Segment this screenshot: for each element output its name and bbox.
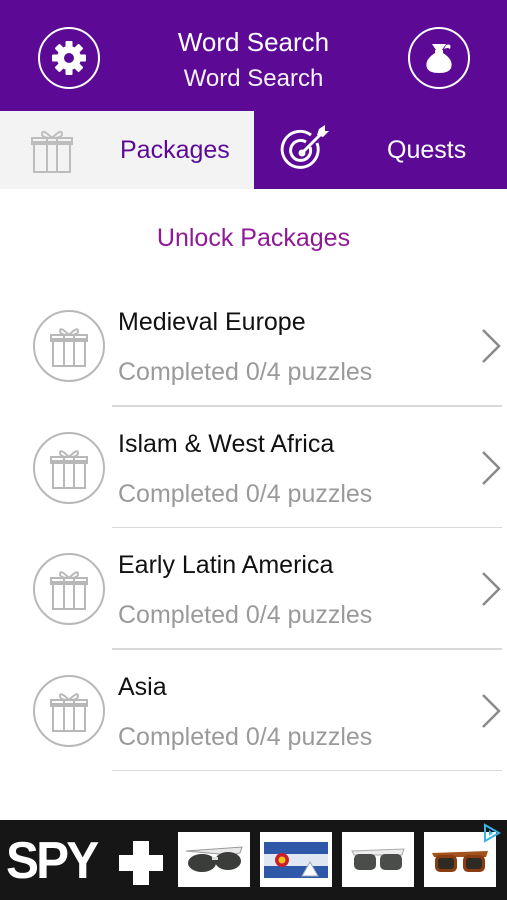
- sunglasses-icon: [185, 845, 243, 872]
- package-progress: Completed 0/4 puzzles: [118, 722, 373, 751]
- sunglasses-icon: [351, 847, 405, 870]
- package-name: Medieval Europe: [118, 308, 306, 336]
- app-title: Word Search: [177, 27, 330, 57]
- ad-banner[interactable]: SPY: [0, 820, 507, 900]
- chevron-right-icon: [482, 693, 501, 728]
- package-progress: Completed 0/4 puzzles: [118, 358, 373, 386]
- list-item[interactable]: Early Latin America Completed 0/4 puzzle…: [0, 528, 507, 650]
- tab-bar: Packages Quests: [0, 111, 507, 189]
- gear-icon: [52, 41, 86, 75]
- sunglasses-icon: [432, 850, 488, 872]
- package-icon: [33, 431, 105, 504]
- chevron-right-icon: [482, 329, 501, 363]
- package-progress: Completed 0/4 puzzles: [118, 479, 373, 508]
- list-item[interactable]: Asia Completed 0/4 puzzles: [0, 650, 507, 771]
- ad-product-image: [260, 832, 332, 887]
- money-bag-icon: [426, 44, 452, 73]
- tab-quests-label: Quests: [387, 136, 467, 164]
- chevron-right-icon: [482, 450, 501, 485]
- package-name: Islam & West Africa: [118, 429, 335, 458]
- settings-button[interactable]: [38, 27, 100, 89]
- ad-brand-logo: SPY: [6, 832, 99, 890]
- target-icon: [280, 125, 329, 169]
- gift-icon: [50, 328, 88, 367]
- tab-quests[interactable]: Quests: [254, 111, 507, 189]
- section-title: Unlock Packages: [156, 224, 351, 252]
- list-item[interactable]: Islam & West Africa Completed 0/4 puzzle…: [0, 407, 507, 528]
- package-name: Asia: [118, 672, 167, 701]
- chevron-right-icon: [482, 572, 501, 606]
- package-icon: [33, 553, 105, 625]
- tab-packages[interactable]: Packages: [0, 111, 254, 189]
- plus-icon: [119, 841, 163, 885]
- list-item[interactable]: Medieval Europe Completed 0/4 puzzles: [0, 285, 507, 407]
- gift-icon: [31, 130, 73, 173]
- app-header: Word Search Word Search: [0, 0, 507, 111]
- ad-product-image: [342, 832, 414, 887]
- print-pattern-icon: [264, 841, 328, 878]
- tab-packages-label: Packages: [120, 136, 230, 164]
- gift-icon: [50, 571, 88, 610]
- app-subtitle: Word Search: [183, 65, 324, 92]
- package-progress: Completed 0/4 puzzles: [118, 601, 373, 629]
- package-list: Medieval Europe Completed 0/4 puzzles Is…: [0, 285, 507, 771]
- divider: [112, 769, 502, 771]
- gift-icon: [50, 692, 88, 732]
- package-icon: [33, 674, 105, 747]
- ad-product-image: [178, 832, 250, 887]
- gift-icon: [50, 449, 88, 489]
- ad-choices-icon[interactable]: [481, 823, 503, 843]
- package-name: Early Latin America: [118, 551, 334, 579]
- package-icon: [33, 310, 105, 382]
- store-button[interactable]: [408, 27, 470, 89]
